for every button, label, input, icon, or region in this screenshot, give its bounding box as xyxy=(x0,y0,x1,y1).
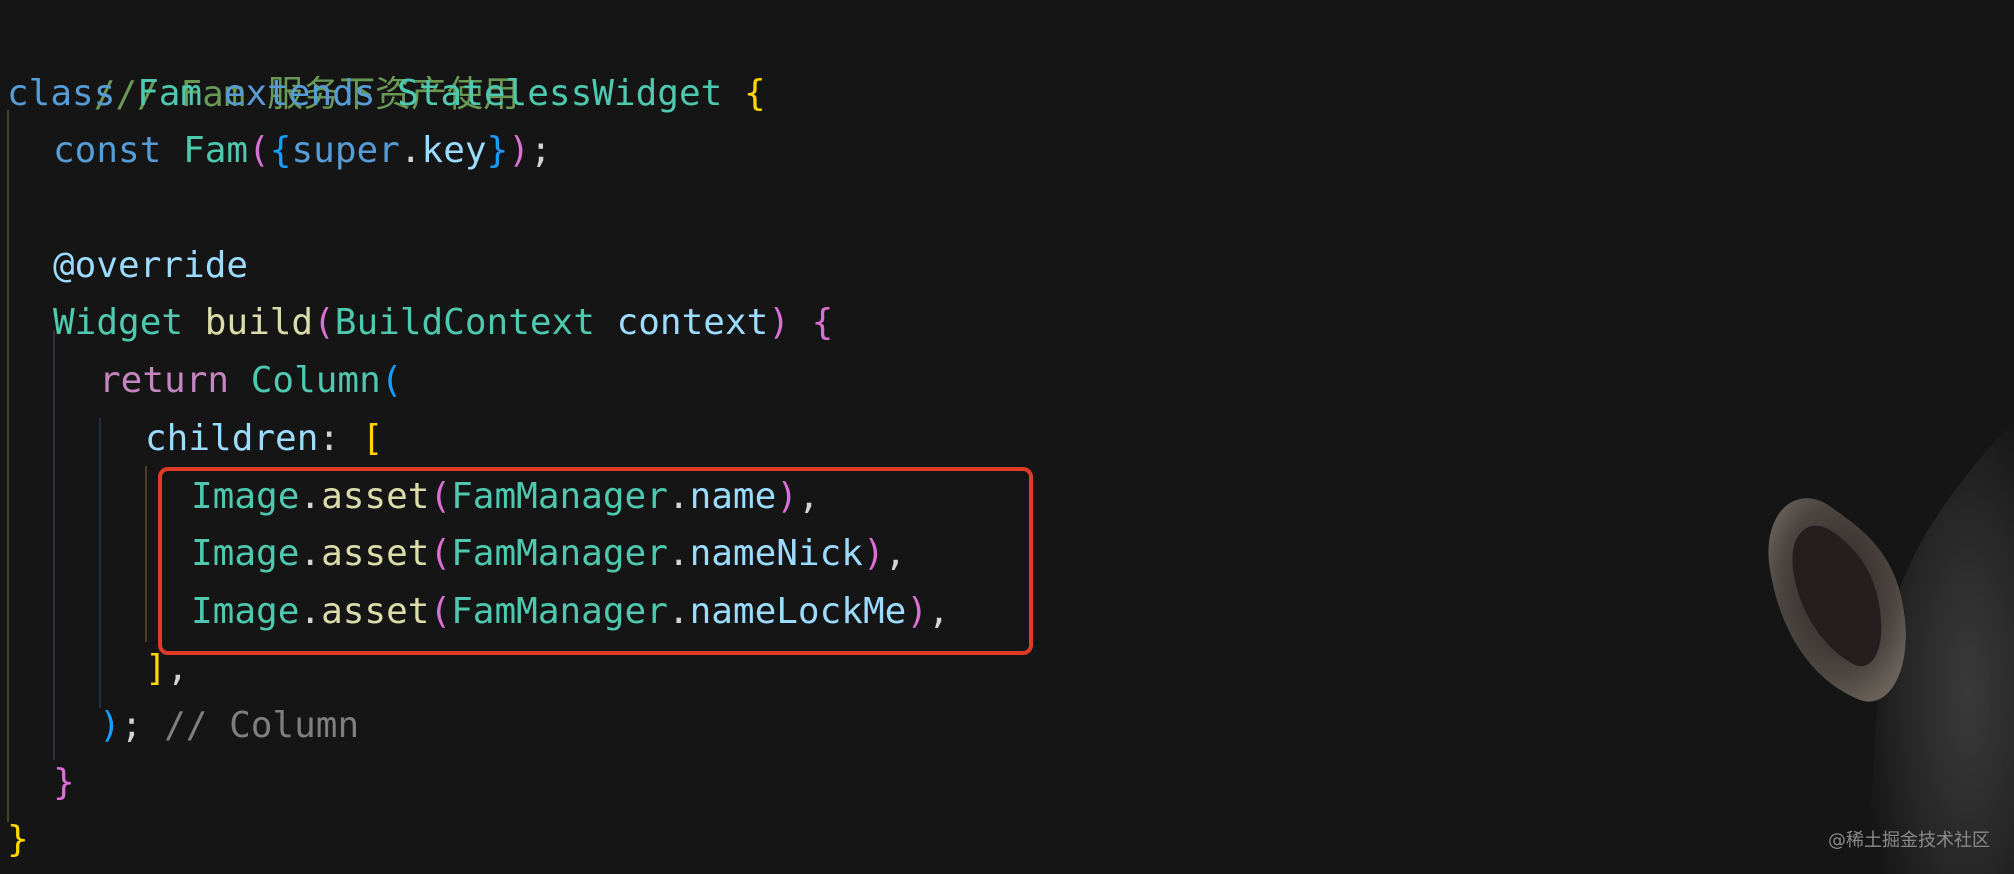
code-line[interactable]: ); // Column xyxy=(99,697,359,755)
code-line[interactable]: } xyxy=(53,754,75,812)
paren-open: ( xyxy=(248,130,270,171)
watermark-text: @稀土掘金技术社区 xyxy=(1828,830,1990,851)
code-editor[interactable]: /// Fam 服务下资产使用 class Fam extends Statel… xyxy=(0,0,2014,874)
paren-close: ) xyxy=(508,130,530,171)
widget-column: Column xyxy=(250,360,381,401)
dot: . xyxy=(399,130,422,171)
semicolon: ; xyxy=(120,705,143,746)
code-line[interactable]: children: [ xyxy=(145,410,383,468)
keyword-return: return xyxy=(99,360,230,401)
keyword-extends: extends xyxy=(223,73,376,114)
code-line[interactable]: } xyxy=(7,811,29,869)
code-line[interactable]: Widget build(BuildContext context) { xyxy=(53,294,833,352)
paren-close: ) xyxy=(768,302,790,343)
paren-open: ( xyxy=(380,360,403,401)
indent-guide xyxy=(53,330,55,760)
param-name: context xyxy=(616,302,769,343)
keyword-class: class xyxy=(7,73,116,114)
code-line[interactable]: class Fam extends StatelessWidget { xyxy=(7,65,766,123)
semicolon: ; xyxy=(529,130,552,171)
code-line[interactable]: @override xyxy=(53,237,248,295)
indent-guide xyxy=(7,110,9,822)
brace-open: { xyxy=(743,73,766,114)
prop-children: children xyxy=(145,418,319,459)
code-line[interactable]: return Column( xyxy=(99,352,402,410)
code-line[interactable]: /// Fam 服务下资产使用 xyxy=(7,8,519,115)
indent-guide xyxy=(145,466,147,642)
keyword-super: super xyxy=(291,130,400,171)
brace-open: { xyxy=(269,130,292,171)
highlight-annotation-box xyxy=(158,467,1033,655)
colon: : xyxy=(318,418,341,459)
paren-close: ) xyxy=(99,705,121,746)
override-annotation: @override xyxy=(53,245,249,286)
brace-close: } xyxy=(7,819,29,860)
brace-close: } xyxy=(486,130,509,171)
chimpanzee-ear-image xyxy=(1768,420,2014,874)
param-type: BuildContext xyxy=(334,302,595,343)
brace-open: { xyxy=(811,302,834,343)
paren-open: ( xyxy=(313,302,335,343)
code-line[interactable]: const Fam({super.key}); xyxy=(53,122,552,180)
base-class-name: StatelessWidget xyxy=(397,73,723,114)
constructor-name: Fam xyxy=(183,130,249,171)
return-type: Widget xyxy=(53,302,184,343)
trailing-comment: // Column xyxy=(164,705,360,746)
keyword-const: const xyxy=(53,130,162,171)
param-key: key xyxy=(421,130,487,171)
class-name: Fam xyxy=(137,73,203,114)
brace-close: } xyxy=(53,762,75,803)
bracket-open: [ xyxy=(361,418,384,459)
indent-guide xyxy=(99,418,101,708)
method-name: build xyxy=(204,302,314,343)
